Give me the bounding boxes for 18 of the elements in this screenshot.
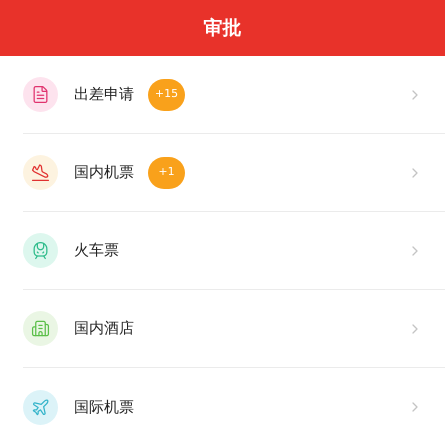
item-label: 火车票 <box>74 240 119 262</box>
count-badge: +15 <box>148 78 185 110</box>
page-title: 审批 <box>204 16 242 41</box>
menu-item[interactable]: 火车票 <box>23 212 445 290</box>
plane-icon <box>23 155 58 190</box>
menu-item[interactable]: 国内酒店 <box>23 290 445 368</box>
menu-item[interactable]: 国际机票 <box>23 368 445 443</box>
item-label: 国内机票 <box>74 162 134 184</box>
item-label: 国内酒店 <box>74 318 134 340</box>
document-icon <box>23 77 58 112</box>
menu-item[interactable]: 国内机票 +1 <box>23 134 445 212</box>
count-badge: +1 <box>148 156 185 188</box>
menu-item[interactable]: 出差申请 +15 <box>23 56 445 134</box>
train-icon <box>23 233 58 268</box>
building-icon <box>23 311 58 346</box>
item-label: 国际机票 <box>74 396 134 418</box>
item-label: 出差申请 <box>74 84 134 106</box>
plane-icon <box>23 390 58 424</box>
